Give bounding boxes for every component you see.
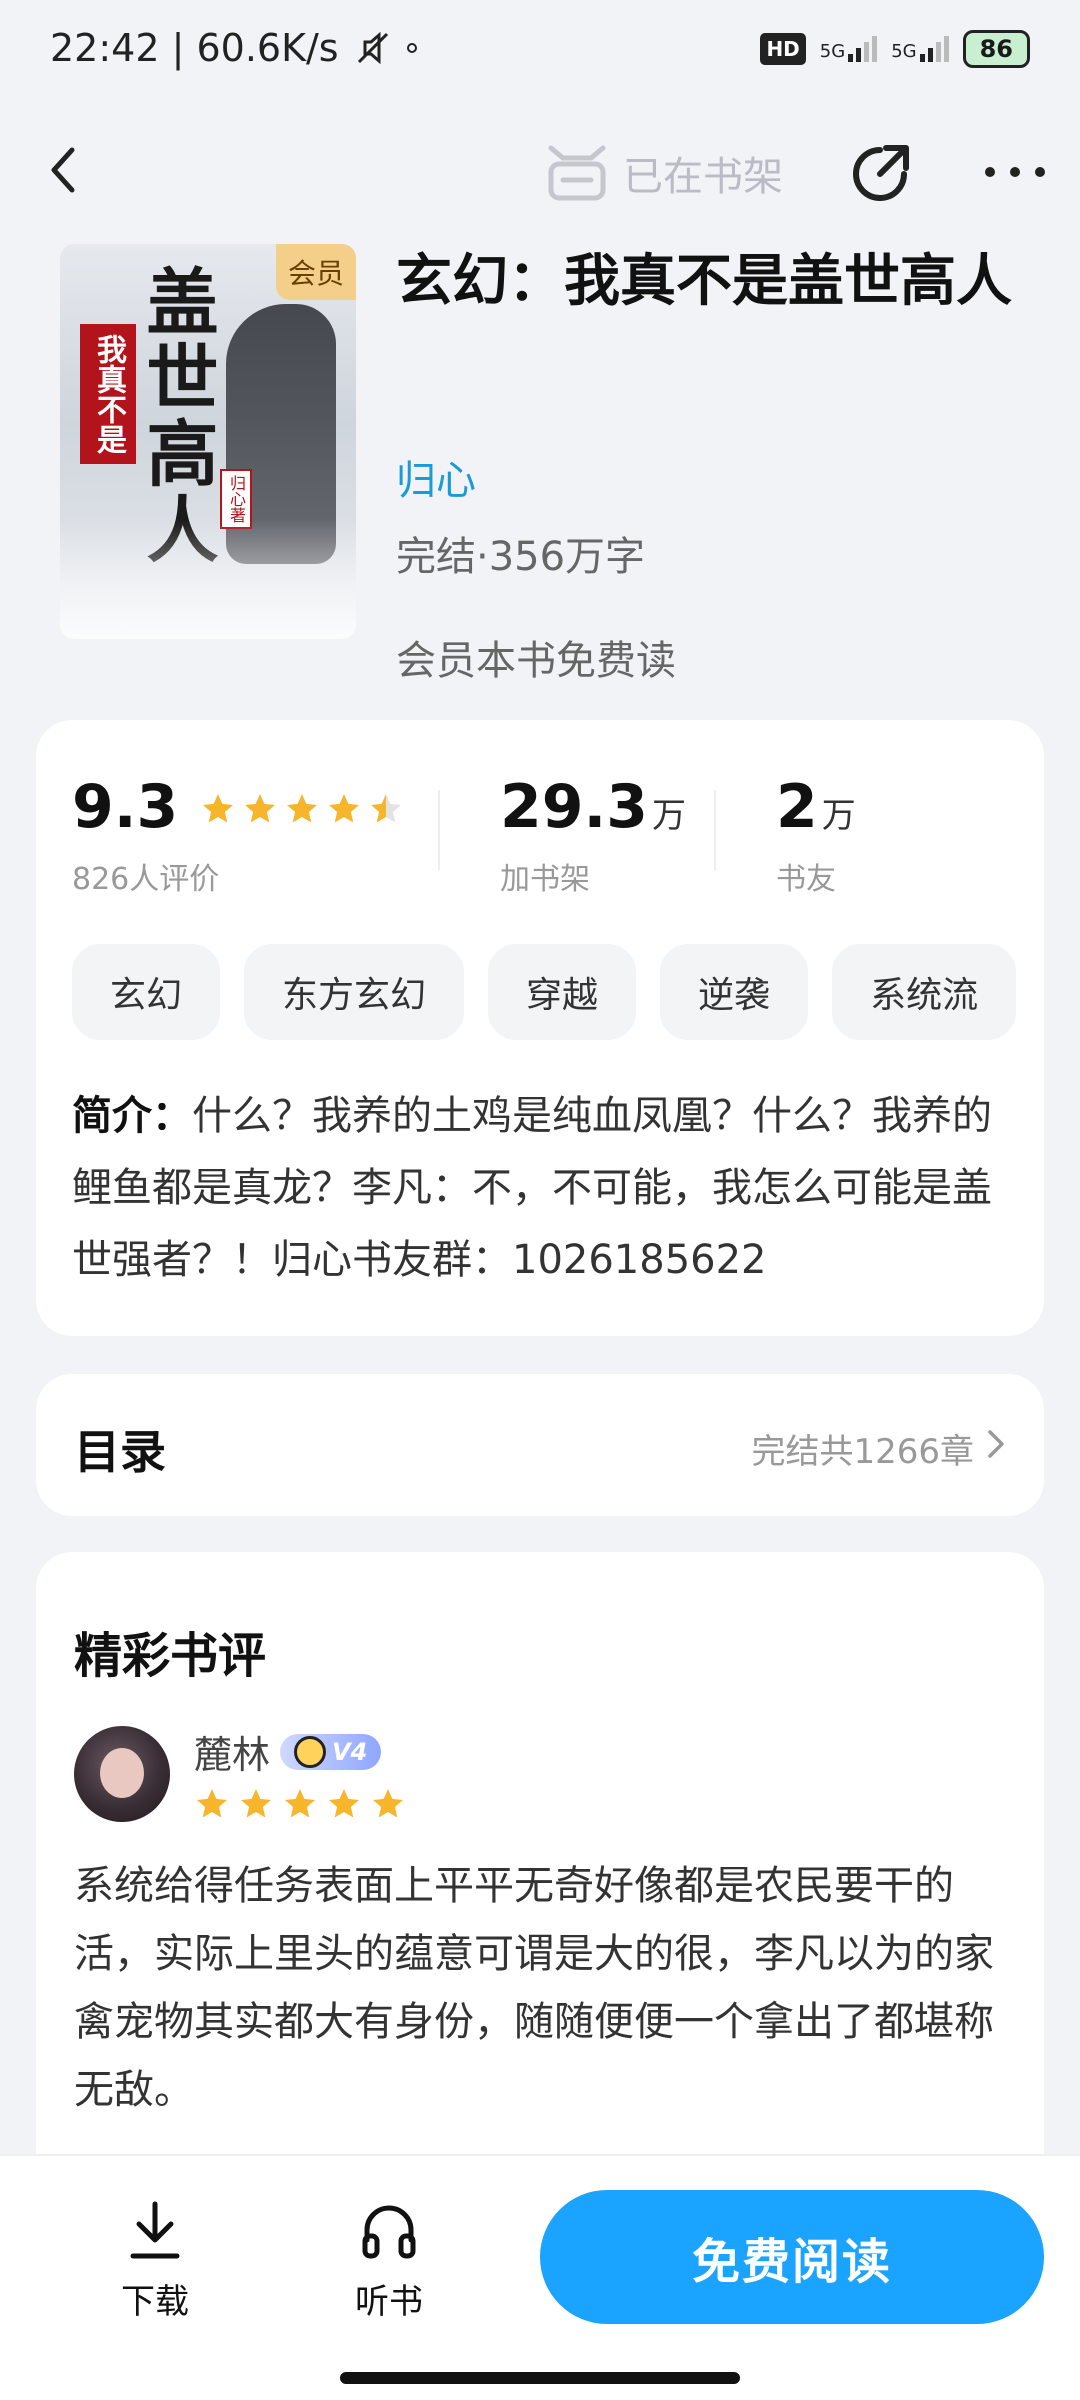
more-dot-icon	[1035, 167, 1045, 177]
shelf-unit: 万	[652, 796, 687, 836]
rating-stars	[200, 791, 404, 827]
level-badge: V4	[280, 1733, 382, 1770]
shelf-stat: 29.3 万 加书架	[500, 772, 686, 898]
share-icon	[853, 145, 909, 201]
status-bar: 22:42 | 60.6K/s HD 5G 5G 86	[0, 0, 1080, 100]
friends-stat[interactable]: 2 万 书友	[776, 772, 856, 898]
tag-chip[interactable]: 穿越	[488, 944, 637, 1040]
book-intro[interactable]: 简介：什么？我养的土鸡是纯血凤凰？什么？我养的鲤鱼都是真龙？李凡：不，不可能，我…	[72, 1080, 1012, 1296]
dot-icon	[406, 43, 417, 53]
divider	[438, 790, 440, 870]
tag-chip[interactable]: 东方玄幻	[244, 944, 465, 1040]
reviewer-avatar[interactable]	[74, 1726, 170, 1822]
intro-label: 简介：	[72, 1093, 192, 1139]
book-meta: 完结·356万字	[396, 534, 646, 580]
reviews-title: 精彩书评	[74, 1628, 267, 1684]
status-left: 22:42 | 60.6K/s	[50, 26, 417, 70]
friends-label: 书友	[776, 862, 836, 897]
download-label: 下载	[121, 2282, 189, 2322]
top-nav: 已在书架	[0, 120, 1080, 220]
on-shelf-label: 已在书架	[623, 154, 783, 200]
download-button[interactable]: 下载	[100, 2200, 210, 2323]
avatar-face	[100, 1748, 144, 1798]
book-author-link[interactable]: 归心	[396, 448, 476, 506]
on-shelf-button[interactable]: 已在书架	[545, 142, 783, 204]
star-icon	[203, 794, 234, 823]
network-type-2: 5G	[891, 41, 917, 62]
chevron-right-icon	[988, 1430, 1004, 1458]
bottom-action-bar: 下载 听书 免费阅读	[0, 2154, 1080, 2400]
book-title: 玄幻：我真不是盖世高人	[396, 249, 1012, 314]
rating-value: 9.3	[72, 772, 179, 842]
level-text: V4	[332, 1737, 368, 1766]
shelf-value: 29.3	[500, 772, 649, 842]
signal-2-icon: 5G	[891, 36, 949, 62]
toc-title: 目录	[74, 1425, 166, 1479]
headphones-icon	[362, 2205, 416, 2259]
hd-badge: HD	[760, 33, 806, 65]
penguin-icon	[294, 1735, 327, 1768]
more-options-button[interactable]	[985, 142, 1045, 202]
star-icon	[285, 1789, 315, 1818]
listen-button[interactable]: 听书	[334, 2200, 444, 2323]
book-info-card: 9.3 826人评价 29.3 万 加书架 2 万 书友 玄幻 东方玄幻 穿越 …	[36, 720, 1044, 1336]
toc-chapter-count: 完结共1266章	[751, 1432, 974, 1472]
mute-icon	[357, 31, 388, 65]
tag-list: 玄幻 东方玄幻 穿越 逆袭 系统流	[72, 944, 1017, 1040]
toc-card[interactable]: 目录 完结共1266章	[36, 1374, 1044, 1516]
star-icon	[287, 794, 318, 823]
rating-stat[interactable]: 9.3 826人评价	[72, 772, 404, 898]
book-cover[interactable]: 我真不是 盖世高人 归心著 会员	[60, 244, 356, 639]
intro-text: 什么？我养的土鸡是纯血凤凰？什么？我养的鲤鱼都是真龙？李凡：不，不可能，我怎么可…	[72, 1093, 992, 1283]
star-icon	[329, 1789, 359, 1818]
back-icon	[51, 147, 75, 193]
network-type-1: 5G	[819, 41, 846, 62]
download-icon	[130, 2201, 180, 2259]
review-stars	[194, 1786, 406, 1822]
cover-vip-tag: 会员	[275, 244, 356, 300]
reviewer-name: 麓林	[194, 1733, 271, 1777]
star-icon	[371, 794, 402, 823]
status-time-speed: 22:42 | 60.6K/s	[50, 26, 339, 70]
free-read-button[interactable]: 免费阅读	[540, 2190, 1044, 2324]
review-text[interactable]: 系统给得任务表面上平平无奇好像都是农民要干的活，实际上里头的蕴意可谓是大的很，李…	[74, 1852, 1014, 2124]
bookshelf-icon	[548, 145, 606, 201]
tag-chip[interactable]: 系统流	[832, 944, 1017, 1040]
shelf-label: 加书架	[500, 862, 590, 897]
vip-free-note: 会员本书免费读	[396, 638, 676, 684]
rating-count: 826人评价	[72, 862, 220, 897]
divider	[714, 790, 716, 870]
star-icon	[245, 794, 276, 823]
cover-mist	[60, 519, 356, 639]
reviewer[interactable]: 麓林 V4	[194, 1724, 382, 1779]
back-button[interactable]	[40, 140, 90, 200]
listen-label: 听书	[355, 2282, 423, 2322]
friends-value: 2	[776, 772, 818, 842]
friends-unit: 万	[821, 796, 856, 836]
status-right: HD 5G 5G 86	[760, 30, 1030, 68]
star-icon	[197, 1789, 227, 1818]
cover-small-title: 我真不是	[80, 324, 136, 464]
home-indicator[interactable]	[340, 2372, 740, 2384]
tag-chip[interactable]: 逆袭	[660, 944, 809, 1040]
battery-indicator: 86	[962, 30, 1030, 68]
tag-chip[interactable]: 玄幻	[72, 944, 221, 1040]
more-dot-icon	[1010, 167, 1020, 177]
share-button[interactable]	[850, 142, 912, 204]
signal-1-icon: 5G	[819, 36, 878, 62]
star-icon	[329, 794, 360, 823]
star-icon	[373, 1789, 403, 1818]
more-dot-icon	[985, 167, 995, 177]
star-icon	[241, 1789, 271, 1818]
